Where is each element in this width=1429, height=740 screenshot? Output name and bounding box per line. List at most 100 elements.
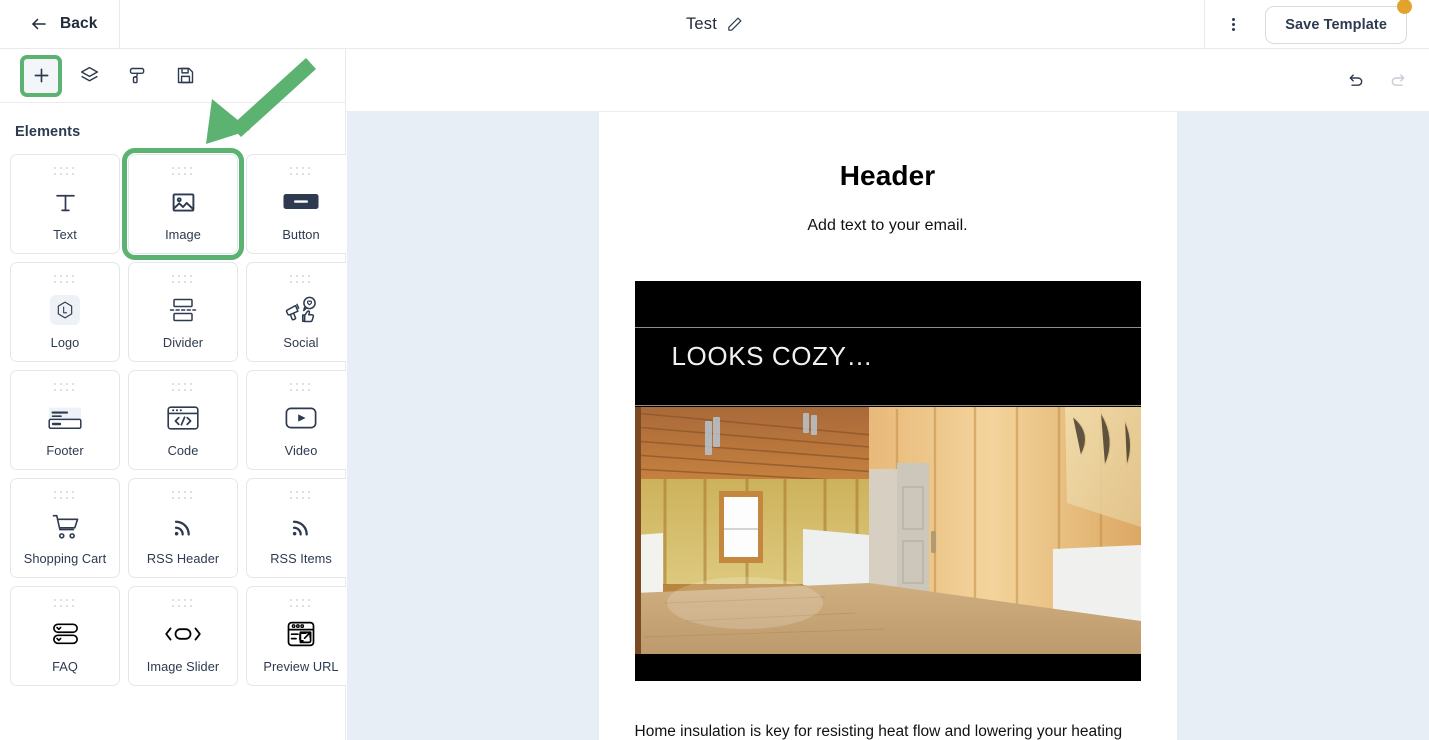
redo-icon[interactable] [1383,65,1413,95]
element-card-divider[interactable]: Divider [128,262,238,362]
canvas-gutter-right [1140,112,1177,740]
element-card-image-slider[interactable]: Image Slider [128,586,238,686]
canvas-rail-left [346,112,599,740]
hero-bottom-band [634,654,1141,681]
drag-handle-icon[interactable] [54,167,76,177]
element-card-image[interactable]: Image [122,148,244,260]
drag-handle-icon[interactable] [290,491,312,501]
element-label: Social [283,335,319,350]
hero-rule-bottom [634,405,1141,406]
email-hero-image[interactable]: LOOKS COZY… [634,281,1141,681]
pencil-icon[interactable] [726,16,743,33]
top-bar-actions: Save Template [1204,0,1429,49]
logo-icon [11,285,119,335]
canvas-rail-right [1176,112,1429,740]
email-subheading: Add text to your email. [807,217,968,234]
canvas-gutter-left [598,112,635,740]
canvas-area: Header Add text to your email. LOOKS COZ… [346,49,1429,740]
element-label: FAQ [52,659,78,674]
email-canvas-body: Header Add text to your email. LOOKS COZ… [346,112,1429,740]
drag-handle-icon[interactable] [172,383,194,393]
image-icon [129,177,237,227]
element-card-social[interactable]: Social [246,262,356,362]
left-panel: Elements Text Image Button Logo Divider … [0,49,356,740]
element-card-shopping-cart[interactable]: Shopping Cart [10,478,120,578]
preview-url-icon [247,609,355,659]
drag-handle-icon[interactable] [290,599,312,609]
element-label: Preview URL [263,659,339,674]
image-slider-icon [129,609,237,659]
element-card-footer[interactable]: Footer [10,370,120,470]
faq-icon [11,609,119,659]
element-label: RSS Header [146,551,220,566]
video-icon [247,393,355,443]
email-heading: Header [839,160,936,191]
save-template-button[interactable]: Save Template [1265,5,1407,44]
rss-icon [247,501,355,551]
layers-button[interactable] [72,59,106,93]
drag-handle-icon[interactable] [54,275,76,285]
drag-handle-icon[interactable] [54,491,76,501]
drag-handle-icon[interactable] [172,599,194,609]
unsaved-changes-badge [1397,0,1412,14]
element-label: Button [282,227,320,242]
text-icon [11,177,119,227]
element-card-rss-header[interactable]: RSS Header [128,478,238,578]
button-icon [247,177,355,227]
rss-icon [129,501,237,551]
page-title: Test [685,15,718,33]
element-label: Footer [46,443,84,458]
email-header-block[interactable]: Header Add text to your email. [635,112,1141,235]
element-label: Image [165,227,201,242]
drag-handle-icon[interactable] [290,167,312,177]
drag-handle-icon[interactable] [290,383,312,393]
divider-icon [129,285,237,335]
element-card-text[interactable]: Text [10,154,120,254]
back-button-label: Back [60,15,98,32]
drag-handle-icon[interactable] [172,167,194,177]
element-card-logo[interactable]: Logo [10,262,120,362]
element-label: Image Slider [146,659,220,674]
element-card-preview-url[interactable]: Preview URL [246,586,356,686]
back-button[interactable]: Back [0,0,121,49]
element-label: RSS Items [270,551,332,566]
element-label: Code [167,443,199,458]
drag-handle-icon[interactable] [54,383,76,393]
element-label: Text [53,227,77,242]
save-template-group: Save Template [1265,0,1412,44]
paint-roller-icon[interactable] [120,59,154,93]
element-card-rss-items[interactable]: RSS Items [246,478,356,578]
element-card-faq[interactable]: FAQ [10,586,120,686]
element-card-code[interactable]: Code [128,370,238,470]
hero-photo [634,407,1141,654]
email-body-text[interactable]: Home insulation is key for resisting hea… [635,681,1141,740]
element-label: Divider [162,335,204,350]
social-icon [247,285,355,335]
element-label: Video [284,443,318,458]
element-card-button[interactable]: Button [246,154,356,254]
drag-handle-icon[interactable] [290,275,312,285]
code-icon [129,393,237,443]
drag-handle-icon[interactable] [172,275,194,285]
template-editor-app: Back Test Save Template Elements Text Im… [0,0,1429,740]
footer-icon [11,393,119,443]
undo-icon[interactable] [1341,65,1371,95]
drag-handle-icon[interactable] [54,599,76,609]
top-bar: Back Test Save Template [0,0,1429,49]
left-panel-toolbar [0,49,345,103]
more-vertical-icon[interactable] [1211,3,1255,47]
shopping-cart-icon [11,501,119,551]
drag-handle-icon[interactable] [172,491,194,501]
element-label: Shopping Cart [23,551,107,566]
elements-grid: Text Image Button Logo Divider Social Fo… [0,148,356,686]
email-document[interactable]: Header Add text to your email. LOOKS COZ… [634,112,1141,740]
canvas-toolbar [346,49,1429,112]
element-label: Logo [50,335,80,350]
floppy-disk-icon[interactable] [168,59,202,93]
hero-rule-top [634,327,1141,328]
hero-caption: LOOKS COZY… [671,341,874,371]
arrow-left-icon [30,15,48,33]
add-element-button[interactable] [20,54,62,97]
elements-section-title: Elements [15,124,81,140]
element-card-video[interactable]: Video [246,370,356,470]
